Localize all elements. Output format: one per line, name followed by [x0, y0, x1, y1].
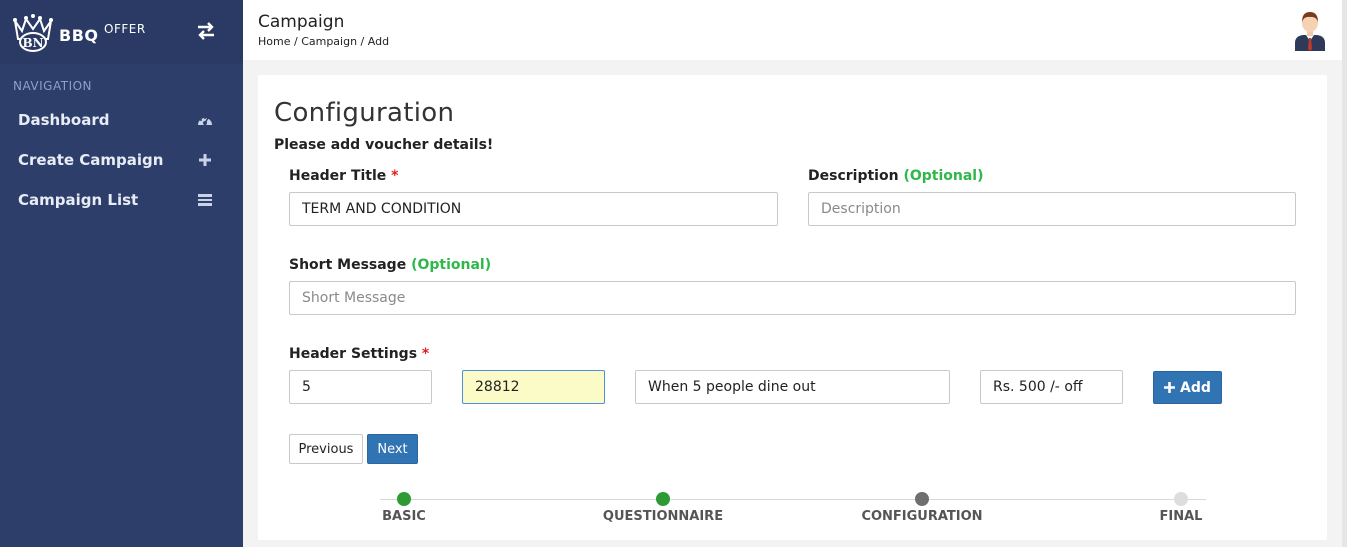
- header-title-input[interactable]: [289, 192, 778, 226]
- previous-button[interactable]: Previous: [289, 434, 363, 464]
- step-dot-final: [1174, 492, 1188, 506]
- breadcrumb-campaign[interactable]: Campaign: [301, 35, 357, 48]
- configuration-card: Configuration Please add voucher details…: [258, 75, 1327, 540]
- sidebar-item-create-campaign[interactable]: Create Campaign: [0, 143, 243, 177]
- form-subtitle: Please add voucher details!: [274, 137, 494, 153]
- nav-heading: NAVIGATION: [13, 79, 93, 93]
- required-marker: *: [421, 346, 430, 362]
- step-dot-basic: [397, 492, 411, 506]
- required-marker: *: [391, 168, 399, 184]
- step-label-configuration: CONFIGURATION: [861, 509, 983, 524]
- top-bar: Campaign Home / Campaign / Add: [243, 0, 1342, 60]
- short-message-label-text: Short Message: [289, 257, 407, 273]
- short-message-input[interactable]: [289, 281, 1296, 315]
- swap-arrows-icon[interactable]: [195, 21, 217, 41]
- add-button-label: Add: [1179, 379, 1211, 396]
- header-title-label: Header Title *: [289, 168, 399, 184]
- brand-tagline: OFFER: [104, 22, 146, 36]
- step-label-questionnaire: QUESTIONNAIRE: [602, 509, 724, 524]
- sidebar-item-dashboard[interactable]: Dashboard: [0, 103, 243, 137]
- step-dot-configuration: [915, 492, 929, 506]
- sidebar-item-label: Create Campaign: [18, 151, 164, 169]
- breadcrumb-separator: /: [357, 35, 368, 48]
- sidebar-item-label: Campaign List: [18, 191, 139, 209]
- breadcrumb-home[interactable]: Home: [258, 35, 290, 48]
- page-scrollbar[interactable]: [1342, 0, 1347, 547]
- step-dot-questionnaire: [656, 492, 670, 506]
- page-title: Campaign: [258, 12, 345, 32]
- breadcrumb: Home / Campaign / Add: [258, 35, 389, 48]
- plus-icon: [199, 154, 211, 166]
- step-label-final: FINAL: [1159, 509, 1203, 524]
- sidebar-item-campaign-list[interactable]: Campaign List: [0, 183, 243, 217]
- header-setting-condition-input[interactable]: [635, 370, 950, 404]
- breadcrumb-separator: /: [290, 35, 302, 48]
- description-input[interactable]: [808, 192, 1296, 226]
- brand-name: BBQ: [59, 26, 99, 45]
- header-settings-label-text: Header Settings: [289, 346, 418, 362]
- plus-icon: [1164, 381, 1176, 393]
- dashboard-gauge-icon: [198, 117, 212, 125]
- next-button[interactable]: Next: [367, 434, 418, 464]
- breadcrumb-add: Add: [367, 35, 390, 48]
- header-settings-label: Header Settings *: [289, 346, 429, 362]
- optional-marker: (Optional): [411, 257, 492, 273]
- logo-text: BN: [22, 36, 43, 50]
- short-message-label: Short Message (Optional): [289, 257, 491, 273]
- description-label-text: Description: [808, 168, 899, 184]
- stepper-track: [380, 499, 1206, 500]
- description-label: Description (Optional): [808, 168, 983, 184]
- step-label-basic: BASIC: [382, 509, 426, 524]
- header-setting-count-input[interactable]: [289, 370, 432, 404]
- sidebar-item-label: Dashboard: [18, 111, 110, 129]
- crown-logo-icon: BN: [13, 14, 53, 52]
- user-avatar-icon[interactable]: [1293, 9, 1327, 51]
- header-setting-offer-input[interactable]: [980, 370, 1123, 404]
- header-title-label-text: Header Title: [289, 168, 387, 184]
- sidebar: BN BBQ OFFER NAVIGATION Dashboard Create…: [0, 0, 243, 547]
- list-icon: [198, 194, 212, 206]
- brand-header: BN BBQ OFFER: [0, 0, 243, 64]
- header-setting-code-input[interactable]: [462, 370, 605, 404]
- optional-marker: (Optional): [903, 168, 984, 184]
- add-setting-button[interactable]: Add: [1153, 371, 1222, 404]
- form-title: Configuration: [274, 98, 455, 128]
